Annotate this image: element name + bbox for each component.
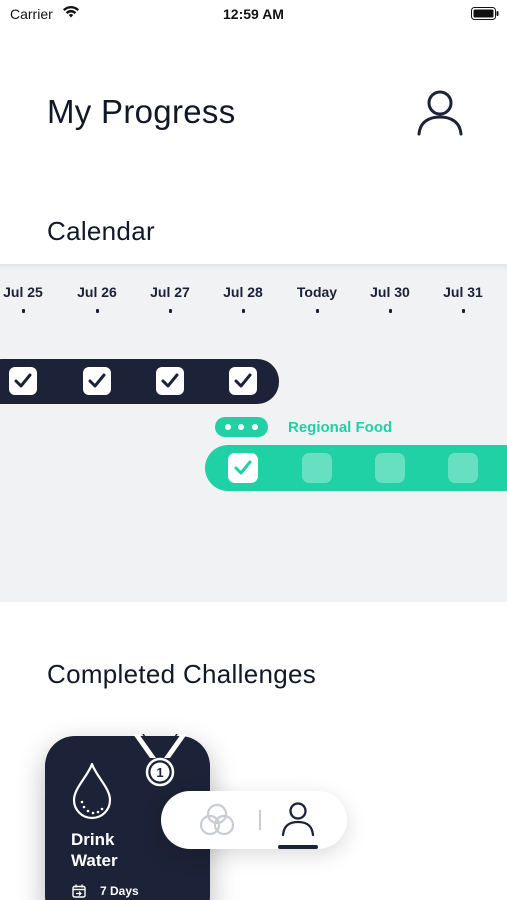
check-icon: [234, 460, 252, 475]
status-time: 12:59 AM: [223, 6, 284, 22]
day-label: Jul 30: [370, 284, 410, 300]
day-checkbox-checked: [83, 367, 111, 395]
more-dots-icon: [238, 424, 244, 430]
day-checkbox-empty[interactable]: [375, 453, 405, 483]
check-icon: [161, 373, 179, 388]
battery-icon: [471, 7, 499, 20]
tab-bar: [161, 791, 347, 849]
calendar-icon: [72, 884, 86, 898]
water-drop-icon: [72, 762, 112, 820]
day-label: Jul 27: [150, 284, 190, 300]
check-icon: [88, 373, 106, 388]
calendar-timeline[interactable]: Jul 25 Jul 26 Jul 27 Jul 28 Today Jul 30…: [0, 264, 507, 602]
day-tick: [96, 309, 99, 313]
day-label: Jul 25: [3, 284, 43, 300]
challenge-name: Regional Food: [288, 419, 393, 436]
more-dots-icon: [225, 424, 231, 430]
challenge-options-button[interactable]: [215, 417, 268, 437]
tab-profile[interactable]: [278, 801, 318, 849]
active-tab-indicator: [278, 845, 318, 849]
medal-rank: 1: [156, 765, 163, 780]
day-tick: [462, 309, 465, 313]
tab-challenges[interactable]: [199, 803, 235, 837]
calendar-section-title: Calendar: [47, 216, 155, 246]
tab-separator: [259, 810, 261, 830]
challenges-rings-icon: [199, 803, 235, 836]
day-checkbox-empty[interactable]: [448, 453, 478, 483]
day-label: Jul 31: [443, 284, 483, 300]
medal-icon: 1: [133, 734, 187, 787]
profile-icon: [281, 802, 315, 837]
more-dots-icon: [252, 424, 258, 430]
challenge-card-duration: 7 Days: [100, 884, 139, 898]
profile-button[interactable]: [414, 86, 466, 138]
day-checkbox-empty[interactable]: [302, 453, 332, 483]
day-checkbox-checked: [156, 367, 184, 395]
day-label: Jul 28: [223, 284, 263, 300]
day-checkbox-checked[interactable]: [228, 453, 258, 483]
day-tick: [316, 309, 319, 313]
completed-section-title: Completed Challenges: [47, 659, 317, 689]
day-checkbox-checked: [229, 367, 257, 395]
day-tick: [389, 309, 392, 313]
day-tick: [22, 309, 25, 313]
day-checkbox-checked: [9, 367, 37, 395]
check-icon: [234, 373, 252, 388]
check-icon: [14, 373, 32, 388]
challenge-card-name: Drink Water: [71, 830, 118, 870]
status-bar: Carrier 12:59 AM: [0, 0, 507, 28]
day-label-today: Today: [296, 284, 338, 300]
page-title: My Progress: [47, 93, 236, 130]
person-outline-icon: [417, 90, 463, 136]
day-tick: [242, 309, 245, 313]
day-tick: [169, 309, 172, 313]
day-label: Jul 26: [77, 284, 117, 300]
